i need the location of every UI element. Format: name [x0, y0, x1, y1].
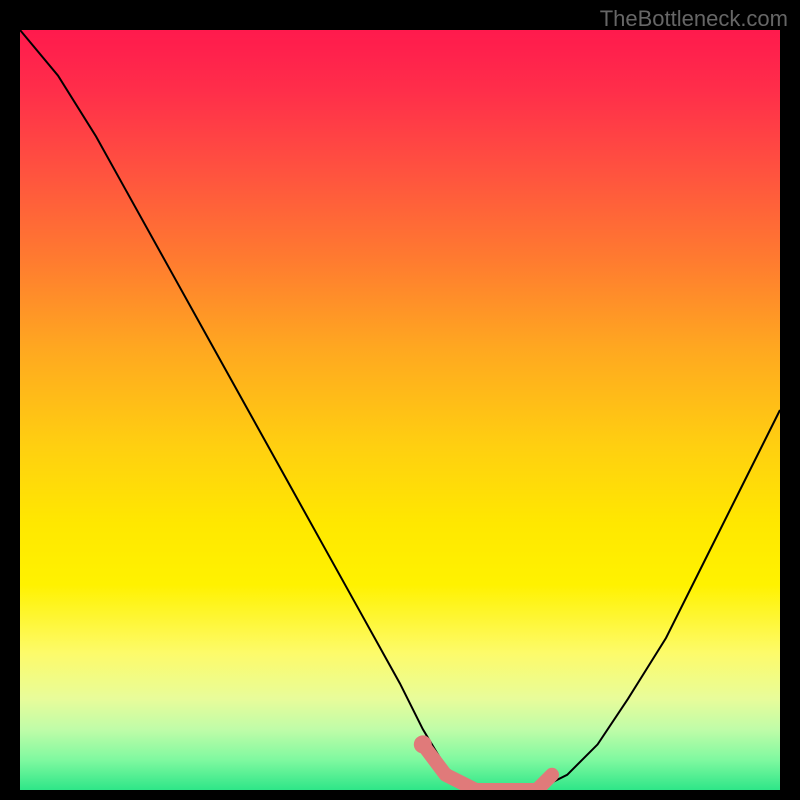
chart-svg	[20, 30, 780, 790]
chart-background	[20, 30, 780, 790]
bottleneck-curve	[20, 30, 780, 790]
optimal-point-marker	[414, 735, 432, 753]
watermark-text: TheBottleneck.com	[600, 6, 788, 32]
optimal-range-highlight	[423, 744, 552, 790]
